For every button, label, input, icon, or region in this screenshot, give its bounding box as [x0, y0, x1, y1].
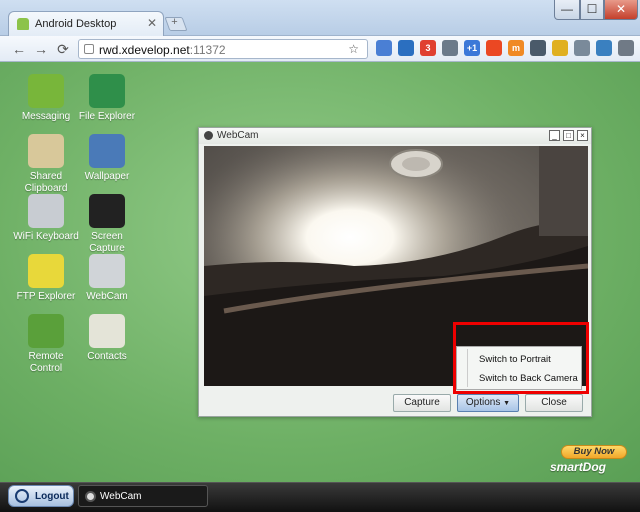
headphones-icon[interactable]: [442, 40, 458, 56]
forward-icon[interactable]: →: [32, 41, 50, 57]
webcam-minimize-button[interactable]: _: [549, 130, 560, 141]
capture-button[interactable]: Capture: [393, 394, 451, 412]
buy-now-button[interactable]: Buy Now: [561, 445, 627, 459]
translate-icon[interactable]: [376, 40, 392, 56]
window-minimize-button[interactable]: —: [554, 0, 580, 20]
device-icon[interactable]: [596, 40, 612, 56]
remote-control-icon: [28, 314, 64, 348]
page-icon: [84, 44, 94, 54]
logout-label: Logout: [35, 491, 69, 502]
desktop-icon-label: WiFi Keyboard: [13, 231, 79, 242]
plus-icon: +: [171, 16, 178, 28]
desktop-icon-file-explorer[interactable]: File Explorer: [74, 74, 140, 123]
x-icon[interactable]: [398, 40, 414, 56]
desktop-icon-label: Contacts: [87, 351, 127, 362]
webcam-icon: [85, 491, 96, 502]
address-bar[interactable]: rwd.xdevelop.net:11372 ☆: [78, 39, 368, 59]
highlight-box: [453, 322, 589, 394]
options-label: Options: [465, 397, 501, 408]
screen-capture-icon: [89, 194, 125, 228]
desktop-icon-label: FTP Explorer: [16, 291, 76, 302]
taskbar: Logout WebCam: [0, 482, 640, 512]
browser-toolbar: ← → ⟳ rwd.xdevelop.net:11372 ☆ 3 +1 m: [0, 36, 640, 62]
m-icon[interactable]: m: [508, 40, 524, 56]
desktop-icon-shared-clipboard[interactable]: Shared Clipboard: [13, 134, 79, 195]
desktop-icon-messaging[interactable]: Messaging: [13, 74, 79, 123]
android-desktop: Messaging File Explorer Shared Clipboard Wa…: [0, 62, 640, 482]
stumble-icon[interactable]: [486, 40, 502, 56]
browser-tab[interactable]: Android Desktop ✕: [8, 11, 164, 36]
desktop-icon-label: Messaging: [21, 111, 71, 122]
url-host: rwd.xdevelop.net: [99, 43, 190, 57]
desktop-icon-label: Shared Clipboard: [24, 171, 68, 194]
desktop-icon-label: File Explorer: [78, 111, 136, 122]
cloud-icon[interactable]: [574, 40, 590, 56]
badge-3-icon[interactable]: 3: [420, 40, 436, 56]
plus-one-icon[interactable]: +1: [464, 40, 480, 56]
desktop-icon-remote-control[interactable]: Remote Control: [13, 314, 79, 375]
lightbulb-icon[interactable]: [552, 40, 568, 56]
window-close-button[interactable]: ✕: [604, 0, 638, 20]
tab-title: Android Desktop: [35, 18, 117, 30]
chevron-down-icon: ▼: [503, 400, 511, 407]
url-port: :11372: [189, 43, 226, 57]
bookmark-star-icon[interactable]: ☆: [348, 42, 363, 56]
shared-clipboard-icon: [28, 134, 64, 168]
webcam-icon: [204, 131, 213, 140]
desktop-icon-label: Remote Control: [28, 351, 64, 374]
desktop-icon-webcam[interactable]: WebCam: [74, 254, 140, 303]
desktop-icon-contacts[interactable]: Contacts: [74, 314, 140, 363]
contacts-icon: [89, 314, 125, 348]
back-icon[interactable]: ←: [10, 41, 28, 57]
tab-close-icon[interactable]: ✕: [147, 16, 157, 30]
browser-titlebar: Android Desktop ✕ + — ☐ ✕: [0, 0, 640, 36]
android-icon: [17, 18, 29, 30]
wifi-keyboard-icon: [28, 194, 64, 228]
smartdog-logo: smartDog: [550, 460, 607, 474]
webcam-window-titlebar[interactable]: WebCam _ □ ×: [199, 128, 591, 144]
ftp-explorer-icon: [28, 254, 64, 288]
wallpaper-icon: [89, 134, 125, 168]
window-maximize-button[interactable]: ☐: [580, 0, 604, 20]
desktop-icon-wallpaper[interactable]: Wallpaper: [74, 134, 140, 183]
desktop-icon-wifi-keyboard[interactable]: WiFi Keyboard: [13, 194, 79, 243]
webcam-close-x-button[interactable]: ×: [577, 130, 588, 141]
power-icon: [15, 489, 29, 503]
logout-button[interactable]: Logout: [8, 485, 74, 507]
webcam-icon: [89, 254, 125, 288]
taskbar-item-label: WebCam: [100, 491, 142, 502]
reload-icon[interactable]: ⟳: [54, 41, 72, 58]
options-button[interactable]: Options ▼: [457, 394, 519, 412]
webcam-window-title: WebCam: [217, 130, 259, 141]
phone-icon[interactable]: [530, 40, 546, 56]
webcam-maximize-button[interactable]: □: [563, 130, 574, 141]
taskbar-webcam-item[interactable]: WebCam: [78, 485, 208, 507]
desktop-icon-screen-capture[interactable]: Screen Capture: [74, 194, 140, 255]
desktop-icon-label: Screen Capture: [89, 231, 125, 254]
messaging-icon: [28, 74, 64, 108]
desktop-icon-label: Wallpaper: [84, 171, 130, 182]
desktop-icon-ftp-explorer[interactable]: FTP Explorer: [13, 254, 79, 303]
close-button[interactable]: Close: [525, 394, 583, 412]
desktop-icon-label: WebCam: [86, 291, 128, 302]
url-text: rwd.xdevelop.net:11372: [99, 43, 226, 57]
settings-icon[interactable]: [618, 40, 634, 56]
new-tab-button[interactable]: +: [164, 16, 188, 31]
file-explorer-icon: [89, 74, 125, 108]
